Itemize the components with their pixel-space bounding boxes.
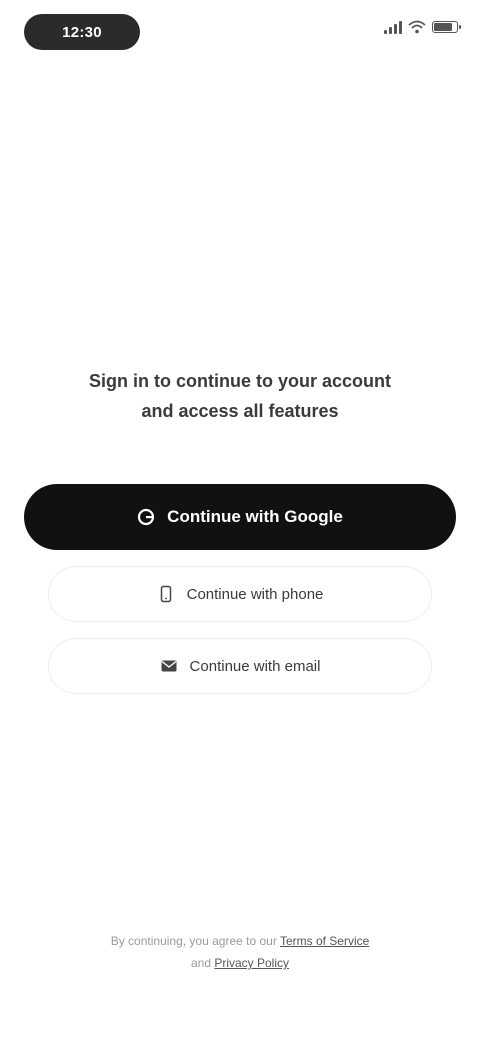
prompt-line-2: and access all features (141, 401, 339, 421)
terms-link[interactable]: Terms of Service (280, 934, 369, 948)
phone-button-label: Continue with phone (186, 585, 324, 603)
continue-with-google-button[interactable]: Continue with Google (24, 484, 456, 550)
continue-with-phone-button[interactable]: Continue with phone (48, 566, 432, 622)
legal-footer: By continuing, you agree to our Terms of… (50, 930, 430, 974)
continue-with-email-button[interactable]: Continue with email (48, 638, 432, 694)
privacy-link[interactable]: Privacy Policy (214, 956, 289, 970)
google-icon (138, 508, 155, 526)
phone-icon (160, 585, 171, 603)
footer-middle: and (190, 956, 215, 970)
sign-in-screen: 12:30 Sign in to continue to your accoun… (0, 0, 480, 1040)
footer-prefix: By continuing, you agree to our (110, 934, 280, 948)
signal-icon (384, 20, 402, 34)
status-time: 12:30 (62, 23, 102, 41)
primary-button-label: Continue with Google (167, 507, 343, 526)
email-button-label: Continue with email (189, 657, 321, 675)
mail-icon (161, 660, 177, 672)
status-icons (384, 20, 461, 34)
wifi-icon (408, 20, 426, 34)
status-bar: 12:30 (0, 0, 480, 64)
battery-fill (434, 23, 452, 31)
battery-icon (432, 21, 461, 33)
prompt-line-1: Sign in to continue to your account (89, 371, 391, 391)
status-time-pill: 12:30 (24, 14, 140, 50)
sign-in-prompt: Sign in to continue to your account and … (60, 366, 420, 426)
